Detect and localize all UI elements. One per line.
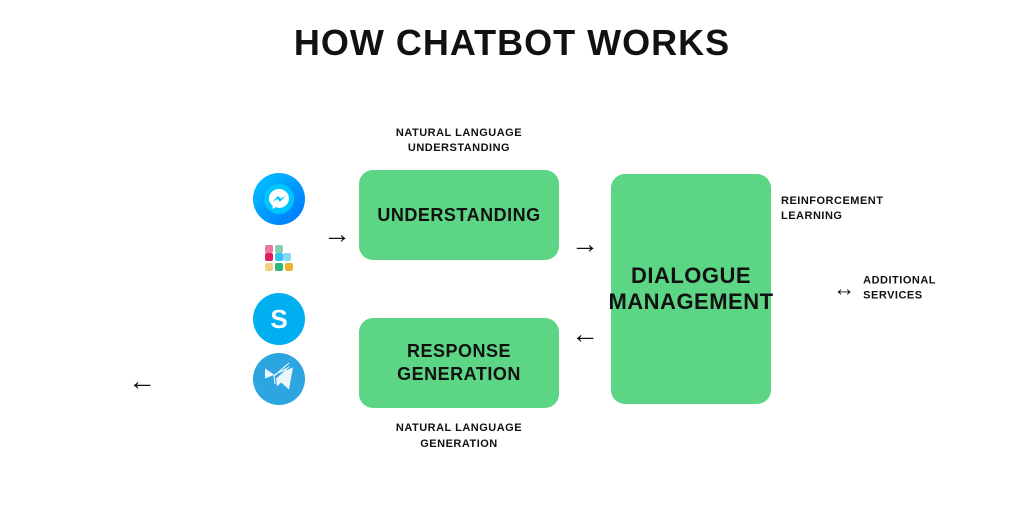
- arrow-understanding-to-dialogue: →: [571, 228, 599, 260]
- nlg-label: NATURAL LANGUAGEGENERATION: [396, 421, 522, 452]
- svg-text:S: S: [270, 304, 287, 334]
- telegram-icon: [253, 353, 305, 405]
- understanding-box: UNDERSTANDING: [359, 170, 559, 260]
- dialogue-box: DIALOGUEMANAGEMENT: [611, 174, 771, 404]
- main-layout: S → NATURAL LANGUAGE UNDERSTANDING UNDER…: [253, 74, 771, 504]
- icons-column: S: [253, 173, 305, 405]
- nlu-label: NATURAL LANGUAGE UNDERSTANDING: [396, 126, 522, 157]
- arrow-dialogue-to-response: ←: [571, 318, 599, 350]
- messenger-icon: [253, 173, 305, 225]
- left-boxes-stack: NATURAL LANGUAGE UNDERSTANDING UNDERSTAN…: [359, 170, 559, 408]
- dialogue-outer: DIALOGUEMANAGEMENT REINFORCEMENTLEARNING…: [611, 174, 771, 404]
- diagram-area: S → NATURAL LANGUAGE UNDERSTANDING UNDER…: [0, 74, 1024, 504]
- rl-label: REINFORCEMENTLEARNING: [781, 194, 911, 225]
- additional-services-row: ↔ ADDITIONALSERVICES: [833, 274, 936, 305]
- middle-arrows: → ←: [571, 228, 599, 350]
- page-title: HOW CHATBOT WORKS: [0, 0, 1024, 64]
- double-arrow-icon: ↔: [833, 276, 855, 302]
- arrow-to-response-icons: ←: [128, 365, 156, 397]
- as-label: ADDITIONALSERVICES: [863, 274, 936, 305]
- slack-icon: [253, 233, 305, 285]
- understanding-wrapper: NATURAL LANGUAGE UNDERSTANDING UNDERSTAN…: [359, 170, 559, 260]
- response-box: RESPONSEGENERATION: [359, 318, 559, 408]
- response-wrapper: RESPONSEGENERATION NATURAL LANGUAGEGENER…: [359, 318, 559, 408]
- skype-icon: S: [253, 293, 305, 345]
- arrow-icons-to-understanding: →: [323, 218, 351, 250]
